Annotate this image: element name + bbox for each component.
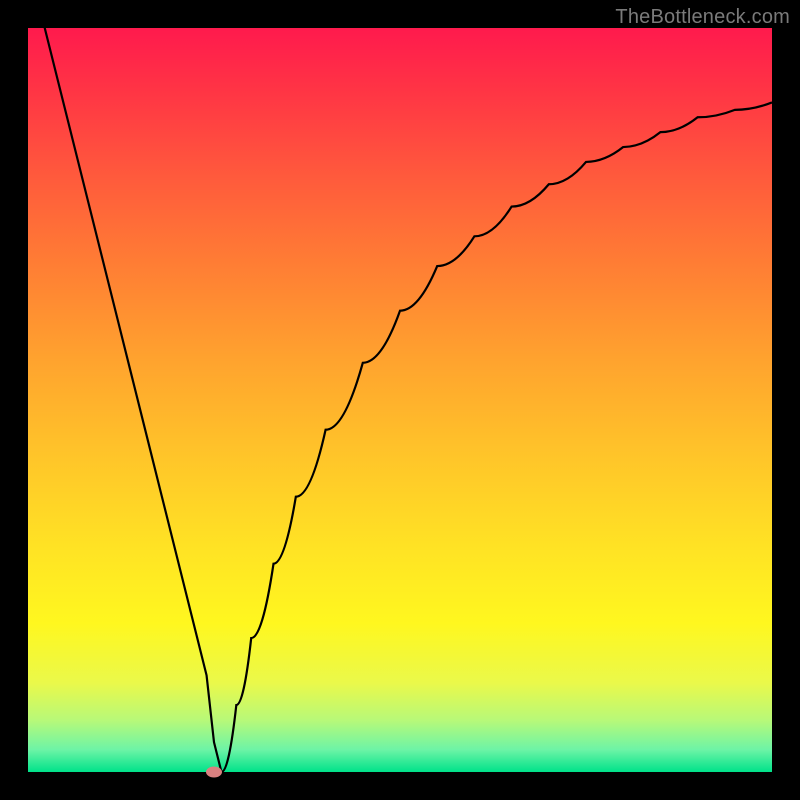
watermark-text: TheBottleneck.com: [615, 6, 790, 29]
optimum-marker: [206, 767, 222, 778]
plot-area: [28, 28, 772, 772]
bottleneck-curve: [28, 28, 772, 772]
